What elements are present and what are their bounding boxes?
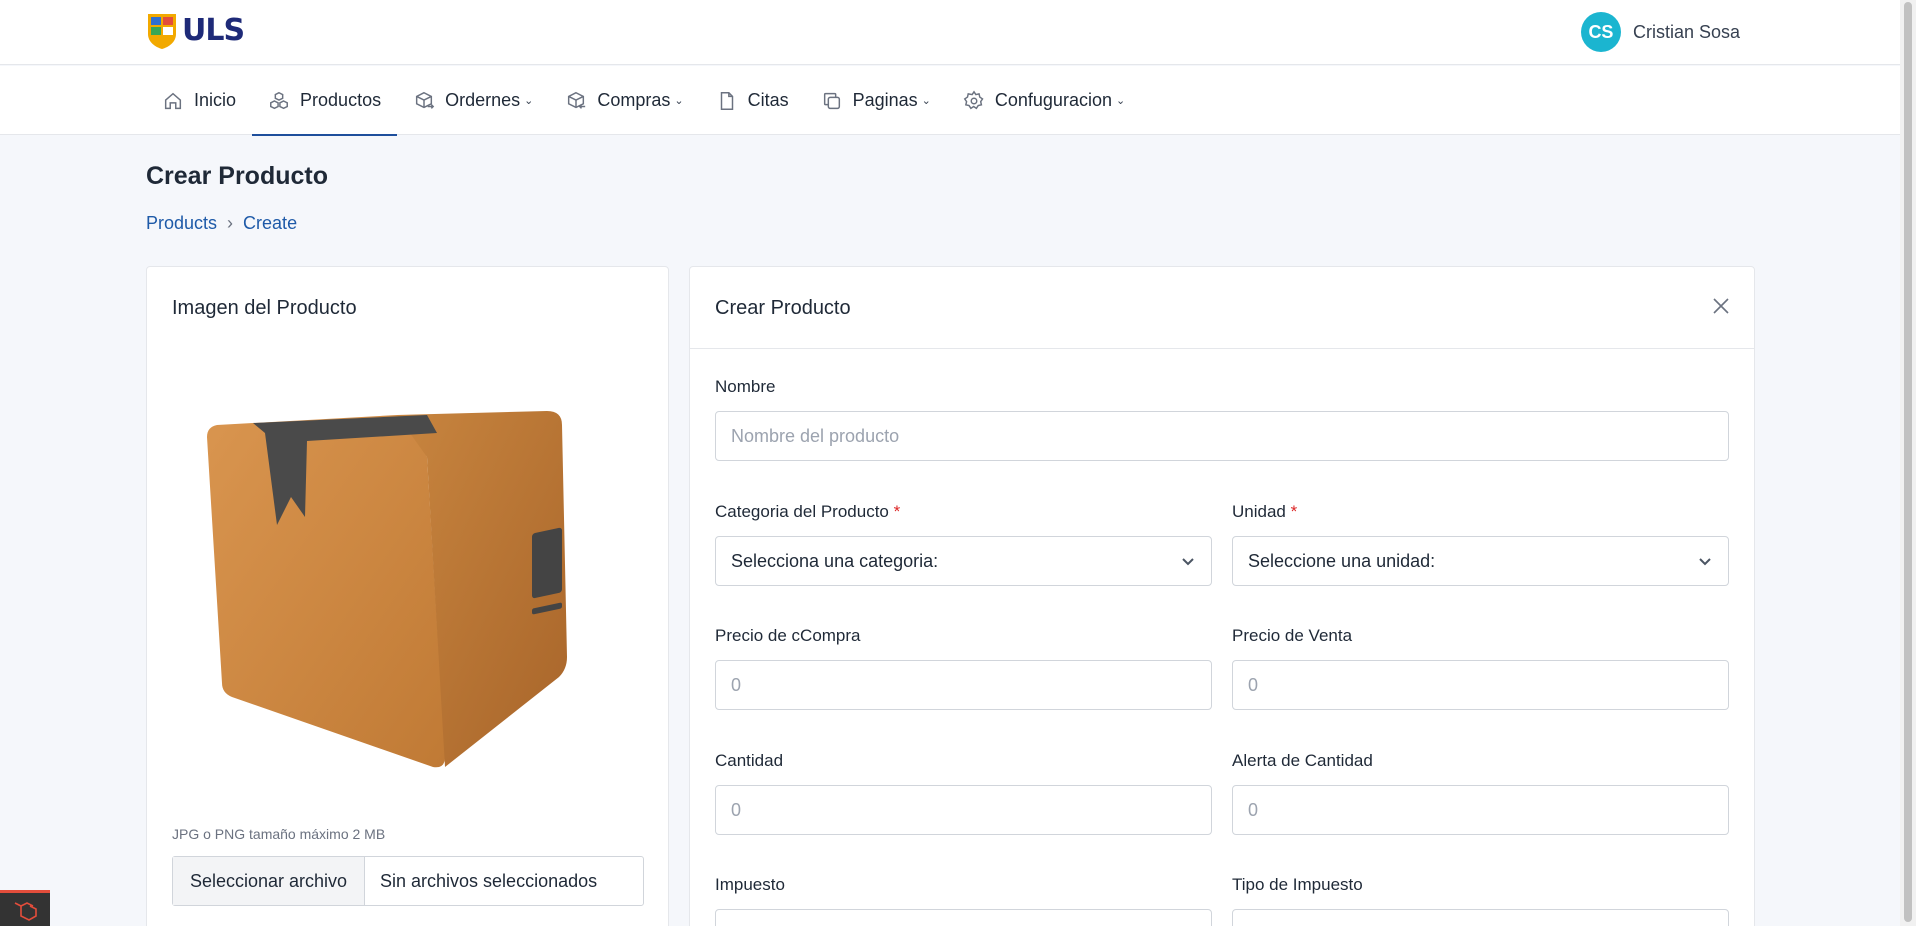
name-input[interactable]: Nombre del producto — [715, 411, 1729, 461]
scrollbar-thumb[interactable] — [1904, 2, 1912, 922]
breadcrumb-current[interactable]: Create — [243, 213, 297, 234]
file-status: Sin archivos seleccionados — [380, 870, 598, 891]
package-export-icon — [416, 91, 435, 109]
logo[interactable]: ULS — [146, 12, 245, 50]
shield-logo-icon — [148, 14, 176, 49]
card-header: Crear Producto — [690, 267, 1754, 349]
boxes-icon — [270, 91, 289, 109]
chevron-down-icon: ⌄ — [1115, 95, 1126, 107]
tax-type-select[interactable] — [1232, 909, 1729, 926]
category-label: Categoria del Producto * — [715, 502, 901, 521]
product-image-card: Imagen del Producto JPG o PNG tamaño máx… — [146, 266, 669, 926]
tax-type-label: Tipo de Impuesto — [1232, 875, 1363, 894]
nav-item-label: Citas — [747, 90, 789, 110]
category-select-value: Selecciona una categoria: — [731, 550, 939, 571]
laravel-logo-icon — [14, 901, 37, 921]
nav-item-confuguracion[interactable]: Confuguracion ⌄ — [947, 66, 1141, 135]
close-icon[interactable] — [1712, 297, 1730, 315]
breadcrumb: Products › Create — [146, 213, 297, 234]
category-field-group: Categoria del Producto * Selecciona una … — [715, 502, 1212, 586]
nav-item-paginas[interactable]: Paginas ⌄ — [805, 66, 947, 135]
logo-text: ULS — [182, 13, 245, 48]
quantity-field-group: Cantidad 0 — [715, 751, 1212, 835]
avatar: CS — [1580, 12, 1621, 52]
buy-price-field-group: Precio de cCompra 0 — [715, 626, 1212, 710]
copy-icon — [823, 92, 840, 109]
user-name: Cristian Sosa — [1632, 21, 1740, 42]
product-box-image — [207, 411, 567, 768]
quantity-alert-input[interactable]: 0 — [1232, 785, 1729, 835]
select-file-button[interactable]: Seleccionar archivo — [173, 857, 365, 905]
breadcrumb-separator: › — [227, 213, 234, 233]
nav-item-label: Confuguracion — [994, 90, 1112, 110]
quantity-alert-field-group: Alerta de Cantidad 0 — [1232, 751, 1729, 835]
name-field-group: Nombre Nombre del producto — [715, 377, 1729, 461]
unit-label: Unidad * — [1232, 502, 1298, 521]
chevron-down-icon — [1699, 558, 1711, 566]
unit-field-group: Unidad * Seleccione una unidad: — [1232, 502, 1729, 586]
unit-select-value: Seleccione una unidad: — [1248, 550, 1436, 571]
quantity-alert-label: Alerta de Cantidad — [1232, 751, 1373, 770]
quantity-input[interactable]: 0 — [715, 785, 1212, 835]
required-mark: * — [1290, 502, 1298, 521]
nav-item-productos[interactable]: Productos — [252, 66, 398, 136]
chevron-down-icon — [1182, 558, 1194, 566]
required-mark: * — [893, 502, 901, 521]
nav-item-label: Compras — [597, 90, 671, 110]
name-label: Nombre — [715, 377, 776, 396]
card-title: Imagen del Producto — [172, 297, 357, 319]
category-select[interactable]: Selecciona una categoria: — [715, 536, 1212, 586]
tax-label: Impuesto — [715, 875, 785, 894]
file-upload-input[interactable]: Seleccionar archivo Sin archivos selecci… — [172, 856, 644, 906]
quantity-label: Cantidad — [715, 751, 784, 770]
nav-item-compras[interactable]: Compras ⌄ — [549, 66, 699, 135]
nav-item-label: Productos — [300, 90, 382, 110]
unit-select[interactable]: Seleccione una unidad: — [1232, 536, 1729, 586]
package-import-icon — [568, 91, 586, 109]
page-title: Crear Producto — [146, 162, 328, 190]
tax-type-field-group: Tipo de Impuesto — [1232, 875, 1729, 926]
sell-price-input[interactable]: 0 — [1232, 660, 1729, 710]
page-scrollbar[interactable] — [1900, 0, 1916, 926]
home-icon — [164, 92, 182, 109]
settings-icon — [963, 90, 984, 109]
nav-item-label: Paginas — [852, 90, 918, 110]
sell-price-label: Precio de Venta — [1232, 626, 1353, 645]
tax-field-group: Impuesto — [715, 875, 1212, 926]
breadcrumb-link-products[interactable]: Products — [146, 213, 217, 234]
chevron-down-icon: ⌄ — [921, 95, 931, 107]
card-title: Crear Producto — [715, 297, 851, 319]
chevron-down-icon: ⌄ — [524, 95, 534, 107]
debugbar-toggle[interactable] — [0, 890, 50, 926]
nav-item-label: Inicio — [194, 90, 237, 110]
nav-item-ordernes[interactable]: Ordernes ⌄ — [397, 66, 549, 135]
nav-item-label: Ordernes — [445, 90, 521, 110]
main-navigation: Inicio Productos Ordernes ⌄ Compras ⌄ Ci… — [0, 66, 1900, 136]
create-product-card: Crear Producto Nombre Nombre del product… — [689, 266, 1755, 926]
top-bar: ULS CS Cristian Sosa — [0, 0, 1900, 65]
tax-input[interactable] — [715, 909, 1212, 926]
buy-price-label: Precio de cCompra — [715, 626, 861, 645]
nav-item-citas[interactable]: Citas — [700, 66, 805, 135]
sell-price-field-group: Precio de Venta 0 — [1232, 626, 1729, 710]
file-icon — [720, 91, 733, 110]
chevron-down-icon: ⌄ — [674, 95, 684, 107]
buy-price-input[interactable]: 0 — [715, 660, 1212, 710]
nav-item-inicio[interactable]: Inicio — [146, 66, 252, 135]
file-hint: JPG o PNG tamaño máximo 2 MB — [172, 826, 386, 842]
user-menu[interactable]: CS Cristian Sosa — [1580, 12, 1740, 52]
